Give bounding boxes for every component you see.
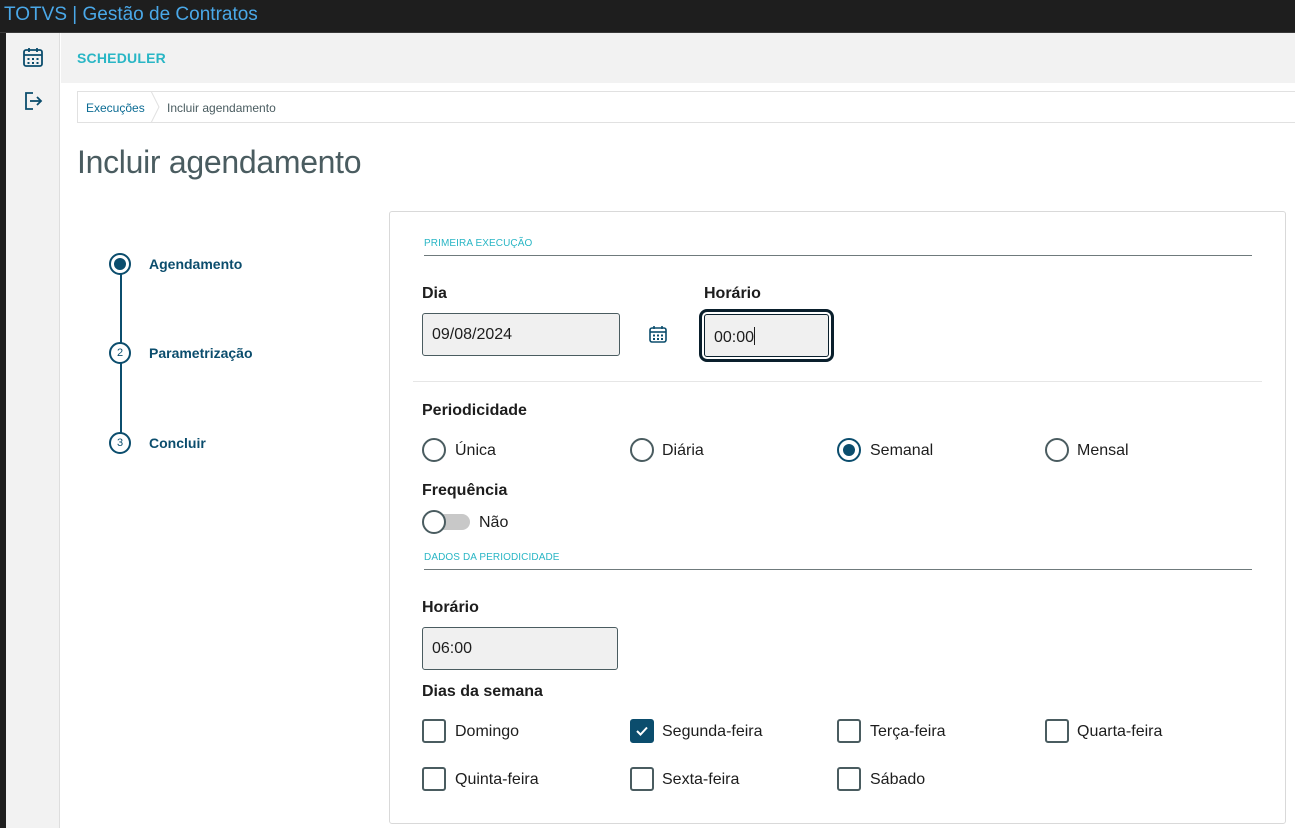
day-input[interactable]: 09/08/2024 — [422, 313, 620, 356]
radio-semanal[interactable] — [837, 438, 861, 462]
frequency-label: Frequência — [422, 482, 508, 499]
radio-unica-label: Única — [455, 442, 496, 459]
checkbox-domingo[interactable] — [422, 719, 446, 743]
periodicity-label: Periodicidade — [422, 402, 527, 419]
checkbox-sabado-label: Sábado — [870, 771, 926, 788]
calendar-icon[interactable] — [22, 46, 44, 68]
day-label: Dia — [422, 285, 447, 302]
checkbox-quarta-feira[interactable] — [1045, 719, 1069, 743]
checkbox-quinta-feira[interactable] — [422, 767, 446, 791]
radio-mensal-label: Mensal — [1077, 442, 1129, 459]
page-title: Incluir agendamento — [77, 144, 362, 180]
radio-mensal[interactable] — [1045, 438, 1069, 462]
text-caret — [754, 327, 756, 345]
checkbox-quinta-feira-label: Quinta-feira — [455, 771, 539, 788]
step-1-indicator — [109, 253, 131, 275]
checkbox-domingo-label: Domingo — [455, 723, 520, 740]
checkbox-segunda-feira[interactable] — [630, 719, 654, 743]
logout-icon[interactable] — [22, 90, 44, 112]
breadcrumb-separator-icon — [150, 91, 160, 123]
radio-semanal-label: Semanal — [870, 442, 934, 459]
checkbox-sabado[interactable] — [837, 767, 861, 791]
time-label: Horário — [704, 285, 761, 302]
window-title-bar: TOTVS | Gestão de Contratos — [0, 0, 1295, 33]
radio-diaria[interactable] — [630, 438, 654, 462]
breadcrumb-link-executions[interactable]: Execuções — [86, 101, 145, 115]
checkbox-sexta-feira[interactable] — [630, 767, 654, 791]
periodic-time-input[interactable]: 06:00 — [422, 627, 618, 670]
periodic-time-label: Horário — [422, 599, 479, 616]
section-divider — [413, 381, 1262, 382]
checkbox-terca-feira[interactable] — [837, 719, 861, 743]
header-title: SCHEDULER — [77, 50, 166, 66]
radio-diaria-label: Diária — [662, 442, 704, 459]
toggle-knob — [422, 510, 446, 534]
section-title-periodicity-data: DADOS DA PERIODICIDADE — [424, 552, 1252, 570]
time-input[interactable]: 00:00 — [699, 309, 834, 362]
checkmark-icon — [636, 726, 648, 736]
calendar-picker-icon[interactable] — [648, 324, 668, 344]
page-header: SCHEDULER — [61, 33, 1295, 83]
checkbox-terca-feira-label: Terça-feira — [870, 723, 946, 740]
breadcrumb: Execuções Incluir agendamento — [77, 91, 1295, 123]
step-2-indicator: 2 — [109, 342, 131, 364]
checkbox-sexta-feira-label: Sexta-feira — [662, 771, 740, 788]
sidebar — [6, 33, 60, 828]
step-3-label[interactable]: Concluir — [149, 435, 206, 451]
checkbox-segunda-feira-label: Segunda-feira — [662, 723, 763, 740]
section-title-first-execution: PRIMEIRA EXECUÇÃO — [424, 238, 1252, 256]
step-1-label[interactable]: Agendamento — [149, 256, 242, 272]
breadcrumb-current: Incluir agendamento — [167, 101, 276, 115]
app-title: TOTVS | Gestão de Contratos — [4, 4, 258, 25]
checkbox-quarta-feira-label: Quarta-feira — [1077, 723, 1163, 740]
weekdays-label: Dias da semana — [422, 683, 543, 700]
frequency-toggle[interactable] — [422, 510, 470, 534]
time-input-value: 00:00 — [714, 329, 755, 346]
step-3-indicator: 3 — [109, 432, 131, 454]
radio-unica[interactable] — [422, 438, 446, 462]
step-2-label[interactable]: Parametrização — [149, 345, 253, 361]
frequency-toggle-label: Não — [479, 514, 509, 531]
